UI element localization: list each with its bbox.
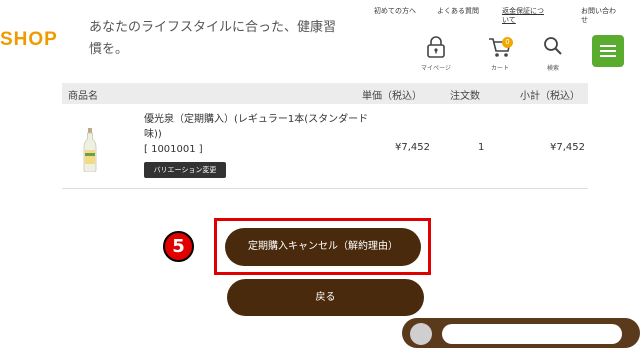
table-row: 優光泉（定期購入）(レギュラー1本(スタンダード味)) [ 1001001 ] … [62,104,588,189]
unit-price-value: ¥7,452 [395,142,430,153]
product-name[interactable]: 優光泉（定期購入）(レギュラー1本(スタンダード味)) [144,112,374,142]
product-image [83,128,97,172]
step-number-badge: 5 [163,231,194,262]
cart-label: カート [490,65,509,72]
col-quantity: 注文数 [450,91,480,102]
subtotal-value: ¥7,452 [550,142,585,153]
menu-bar-icon [600,45,616,47]
lock-icon [427,36,445,58]
link-faq[interactable]: よくある質問 [437,7,485,16]
site-logo[interactable]: SHOP [0,29,58,51]
top-links: 初めての方へ よくある質問 返金保証について お問い合わせ [0,7,640,31]
product-code: [ 1001001 ] [144,144,203,155]
menu-bar-icon [600,55,616,57]
hamburger-menu-button[interactable] [592,35,624,67]
cart-button[interactable]: 0 カート [478,36,522,72]
search-icon [544,37,562,55]
col-product: 商品名 [68,91,98,102]
menu-bar-icon [600,50,616,52]
col-subtotal: 小計（税込） [520,91,580,102]
search-button[interactable]: 検索 [533,36,573,72]
col-unit-price: 単価（税込） [362,91,422,102]
link-contact[interactable]: お問い合わせ [581,7,621,25]
back-button[interactable]: 戻る [227,279,424,316]
link-guarantee[interactable]: 返金保証について [502,7,550,25]
chat-avatar [410,323,432,345]
search-label: 検索 [546,65,559,72]
variation-change-button[interactable]: バリエーション変更 [144,162,226,178]
chat-widget[interactable] [402,318,640,348]
quantity-value: 1 [478,142,485,153]
cancel-subscription-button[interactable]: 定期購入キャンセル（解約理由） [225,228,421,266]
chat-input[interactable] [442,324,622,344]
mypage-button[interactable]: マイページ [414,36,458,72]
table-header: 商品名 単価（税込） 注文数 小計（税込） [62,83,588,104]
cart-count-badge: 0 [502,37,513,48]
link-beginners[interactable]: 初めての方へ [374,7,422,16]
mypage-label: マイページ [421,65,451,72]
